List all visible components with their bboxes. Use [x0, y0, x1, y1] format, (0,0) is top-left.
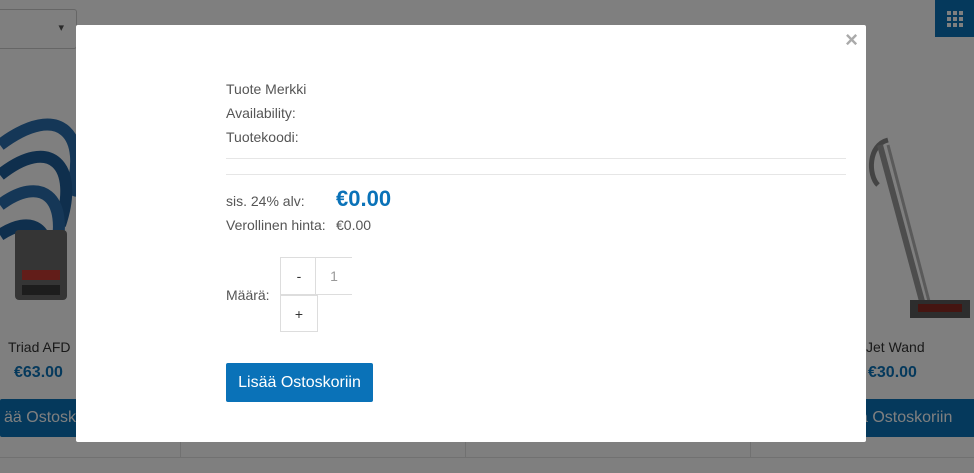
close-icon[interactable]: ×	[845, 29, 858, 51]
availability-label: Availability:	[226, 105, 296, 121]
product-price: €0.00	[336, 186, 392, 211]
brand-label: Tuote Merkki	[226, 81, 307, 97]
quantity-input[interactable]: 1	[315, 257, 352, 295]
tax-price-value: €0.00	[336, 217, 372, 233]
quick-view-modal: × Tuote Merkki Availability: Tuotekoodi:…	[76, 25, 866, 442]
sku-label: Tuotekoodi:	[226, 129, 299, 145]
quantity-label: Määrä:	[226, 287, 270, 303]
product-meta: Tuote Merkki Availability: Tuotekoodi:	[226, 77, 306, 149]
tax-price-label: Verollinen hinta:	[226, 217, 326, 233]
vat-label: sis. 24% alv:	[226, 193, 305, 209]
increment-button[interactable]: +	[280, 295, 318, 332]
decrement-button[interactable]: -	[280, 257, 318, 295]
add-to-cart-button[interactable]: Lisää Ostoskoriin	[226, 363, 373, 402]
divider	[226, 158, 846, 159]
divider	[226, 174, 846, 175]
